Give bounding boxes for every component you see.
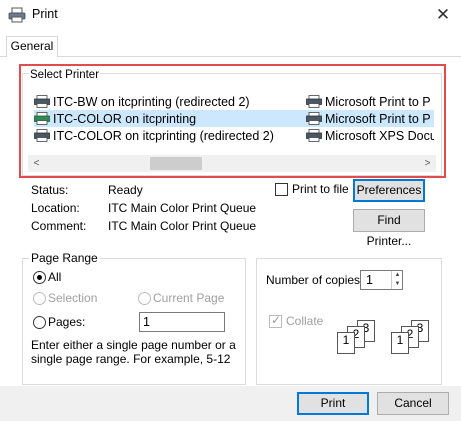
collate-label: Collate [286, 314, 324, 328]
page-range-label: Page Range [29, 251, 100, 265]
radio-current-page[interactable] [138, 292, 151, 305]
radio-pages-label: Pages: [48, 315, 86, 329]
find-printer-button[interactable]: Find Printer... [353, 209, 425, 248]
page-range-hint: Enter either a single page number or a s… [31, 338, 236, 366]
pages-input[interactable]: 1 [139, 312, 225, 332]
status-value: Ready [108, 183, 143, 197]
collate-illustration-icon: 3 2 1 3 2 1 [333, 320, 433, 356]
copies-stepper[interactable]: 1 ▲ ▼ [360, 270, 403, 290]
highlight-frame [19, 64, 446, 178]
close-button[interactable]: ✕ [428, 2, 458, 28]
print-to-file-label: Print to file [292, 182, 349, 196]
radio-all[interactable] [33, 271, 46, 284]
radio-pages[interactable] [33, 316, 46, 329]
cancel-button[interactable]: Cancel [377, 392, 449, 415]
title-bar [0, 0, 461, 30]
collate-page: 1 [337, 332, 355, 354]
collate-page: 1 [391, 332, 409, 354]
location-value: ITC Main Color Print Queue [108, 201, 257, 215]
print-button[interactable]: Print [297, 392, 369, 415]
copies-label: Number of copies: [266, 273, 364, 287]
window-title: Print [32, 7, 58, 21]
radio-selection[interactable] [33, 292, 46, 305]
preferences-button[interactable]: Preferences [353, 179, 425, 202]
tab-general[interactable]: General [6, 36, 58, 57]
comment-value: ITC Main Color Print Queue [108, 219, 257, 233]
status-label: Status: [31, 183, 69, 197]
copies-value: 1 [366, 273, 373, 287]
spin-up-icon[interactable]: ▲ [392, 271, 403, 280]
collate-checkbox[interactable] [269, 313, 282, 328]
radio-current-page-label: Current Page [153, 291, 225, 305]
location-label: Location: [31, 201, 80, 215]
printer-icon [8, 7, 26, 23]
spin-down-icon[interactable]: ▼ [392, 280, 403, 289]
radio-all-label: All [48, 270, 62, 284]
comment-label: Comment: [31, 219, 87, 233]
print-to-file-checkbox[interactable] [275, 183, 288, 196]
radio-selection-label: Selection [48, 291, 98, 305]
copies-spin[interactable]: ▲ ▼ [391, 271, 403, 289]
